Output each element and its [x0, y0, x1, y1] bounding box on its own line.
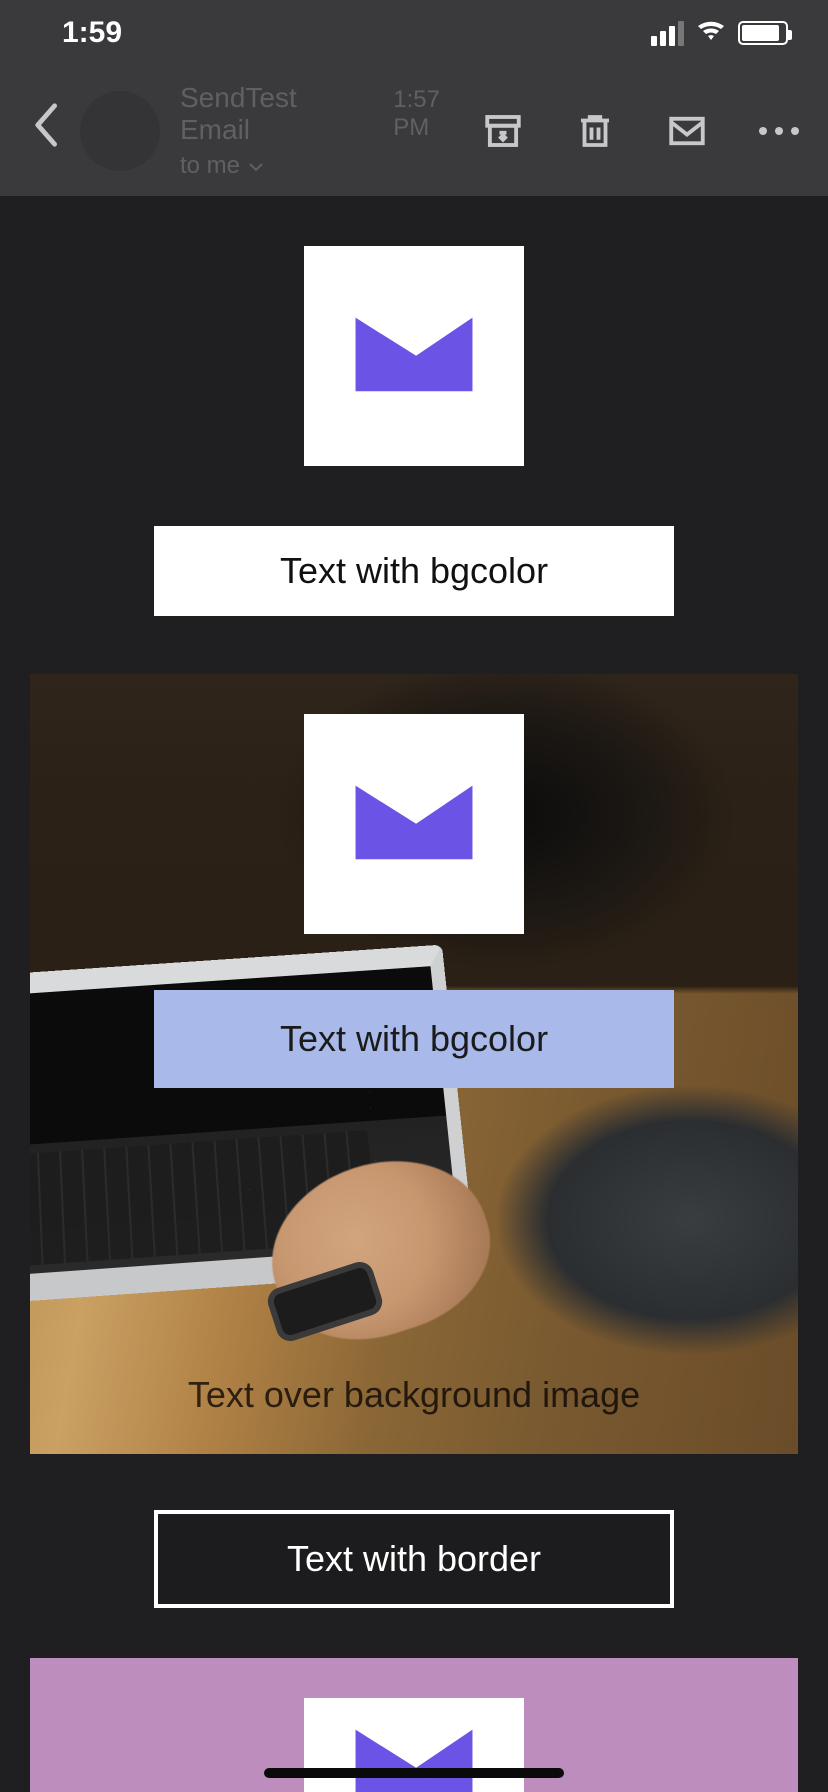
to-label: to me: [180, 152, 240, 180]
archive-button[interactable]: [482, 110, 524, 152]
mark-unread-button[interactable]: [666, 110, 708, 152]
home-indicator[interactable]: [264, 1768, 564, 1778]
sender-info: SendTest Email 1:57 PM to me: [180, 82, 482, 180]
toolbar: [482, 110, 800, 152]
text-bgcolor-block-2: Text with bgcolor: [154, 990, 674, 1088]
campaign-monitor-logo-icon: [348, 306, 480, 406]
logo-block-2: [304, 714, 524, 934]
text-bgcolor-block-1: Text with bgcolor: [154, 526, 674, 616]
sent-time: 1:57 PM: [393, 86, 482, 142]
logo-block-1: [304, 246, 524, 466]
status-indicators: [651, 17, 788, 49]
recipient-line[interactable]: to me: [180, 152, 482, 180]
more-button[interactable]: [758, 110, 800, 152]
text-over-background: Text over background image: [30, 1374, 798, 1416]
status-bar: 1:59: [0, 0, 828, 66]
back-button[interactable]: [28, 101, 62, 161]
text-bgcolor-label-1: Text with bgcolor: [280, 550, 548, 591]
text-border-block: Text with border: [154, 1510, 674, 1608]
text-bgcolor-label-2: Text with bgcolor: [280, 1018, 548, 1059]
battery-icon: [738, 21, 788, 45]
text-over-bg-label: Text over background image: [188, 1374, 640, 1415]
background-image-section: Text with bgcolor Text over background i…: [30, 674, 798, 1454]
email-header: SendTest Email 1:57 PM to me: [0, 66, 828, 196]
signal-icon: [651, 21, 684, 46]
sender-avatar[interactable]: [80, 91, 160, 171]
campaign-monitor-logo-icon: [348, 774, 480, 874]
status-time: 1:59: [62, 16, 122, 50]
sender-name[interactable]: SendTest Email: [180, 82, 373, 146]
text-border-label: Text with border: [287, 1538, 541, 1579]
campaign-monitor-logo-icon: [348, 1718, 480, 1792]
delete-button[interactable]: [574, 110, 616, 152]
wifi-icon: [696, 17, 726, 49]
chevron-down-icon: [248, 152, 264, 180]
email-body[interactable]: Text with bgcolor Text with bgcolor Text…: [0, 196, 828, 1792]
